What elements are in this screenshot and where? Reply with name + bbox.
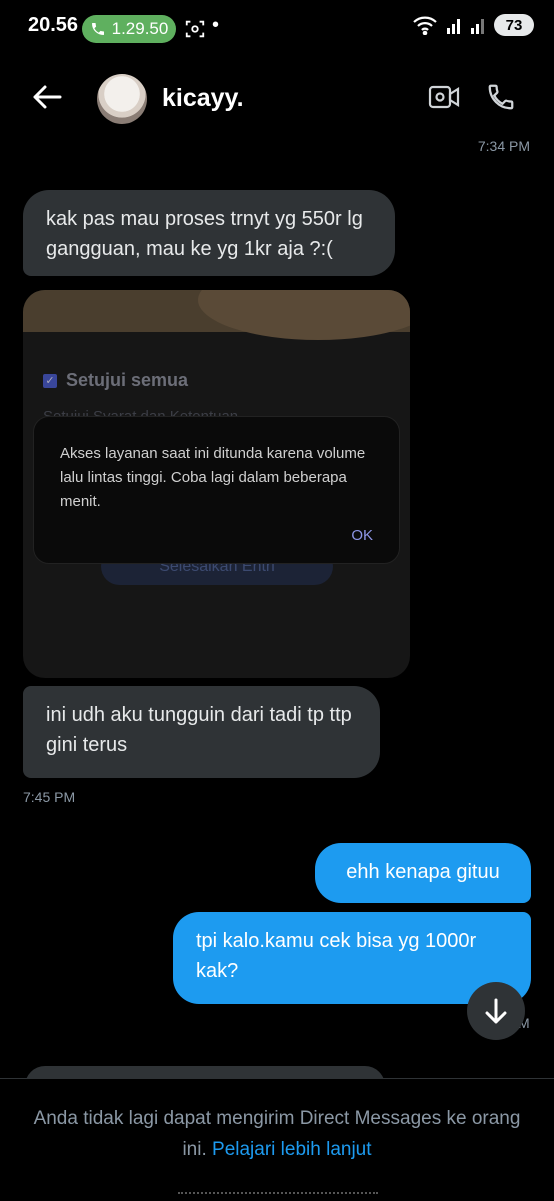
battery-indicator: 73	[494, 14, 534, 36]
partial-nav-strip	[178, 1192, 378, 1200]
agree-all-label: Setujui semua	[66, 370, 189, 390]
message-timestamp: 7:34 PM	[477, 138, 530, 154]
status-time: 20.56	[28, 14, 79, 36]
image-decoration	[198, 290, 410, 340]
message-text: kak pas mau proses trnyt yg 550r lg gang…	[46, 208, 363, 260]
notification-dot: •	[212, 14, 220, 36]
incoming-message-bubble[interactable]: ini udh aku tungguin dari tadi tp ttp gi…	[23, 686, 380, 778]
wifi-icon	[413, 16, 437, 35]
signal-icon-2	[471, 19, 484, 34]
video-call-icon[interactable]	[428, 84, 460, 110]
incoming-message-bubble[interactable]: kak pas mau proses trnyt yg 550r lg gang…	[23, 190, 395, 276]
message-text: ini udh aku tungguin dari tadi tp ttp gi…	[46, 704, 352, 756]
dialog-ok-button: OK	[351, 527, 373, 544]
message-text: tpi kalo.kamu cek bisa yg 1000r kak?	[196, 930, 477, 982]
scroll-to-bottom-button[interactable]	[467, 982, 525, 1040]
checkbox-icon: ✓	[43, 374, 57, 388]
dialog-message: Akses layanan saat ini ditunda karena vo…	[60, 445, 366, 510]
ongoing-call-pill[interactable]: 1.29.50	[82, 15, 176, 43]
battery-level: 73	[505, 16, 523, 34]
message-timestamp: 7:45 PM	[23, 789, 76, 805]
call-timer: 1.29.50	[111, 19, 169, 38]
message-text: ehh kenapa gituu	[346, 861, 500, 883]
back-arrow-icon[interactable]	[32, 84, 62, 110]
phone-call-icon[interactable]	[486, 82, 516, 112]
error-dialog: Akses layanan saat ini ditunda karena vo…	[33, 416, 400, 564]
learn-more-link[interactable]: Pelajari lebih lanjut	[212, 1139, 372, 1160]
screenshot-scan-icon	[185, 20, 205, 38]
conversation-username[interactable]: kicayy.	[162, 84, 244, 113]
dm-restricted-footer: Anda tidak lagi dapat mengirim Direct Me…	[0, 1078, 554, 1201]
arrow-down-icon	[485, 998, 507, 1024]
restriction-notice: Anda tidak lagi dapat mengirim Direct Me…	[30, 1103, 524, 1165]
phone-icon	[91, 23, 104, 35]
outgoing-message-bubble[interactable]: ehh kenapa gituu	[315, 843, 531, 903]
image-attachment[interactable]: ✓ Setujui semua Setujui Syarat dan Keten…	[23, 290, 410, 678]
avatar[interactable]	[97, 74, 147, 124]
signal-icon-1	[447, 19, 460, 34]
